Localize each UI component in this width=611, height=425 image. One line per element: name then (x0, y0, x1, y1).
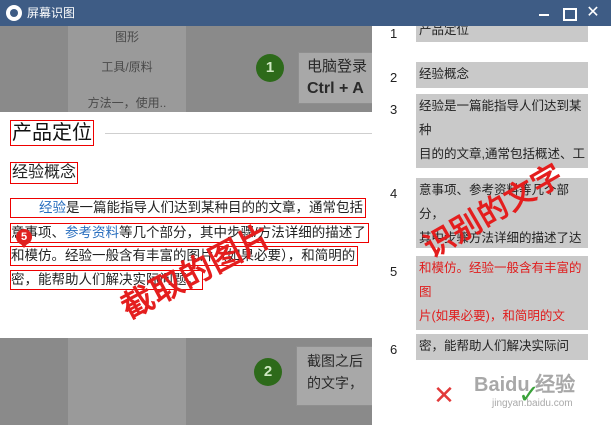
link-references[interactable]: 参考资料 (65, 225, 119, 240)
cancel-icon[interactable]: ✕ (433, 382, 455, 408)
app-logo-icon (6, 5, 22, 21)
row-number: 1 (390, 26, 398, 41)
ocr-text-line: 密，能帮助人们解决实际问题。 (419, 339, 570, 353)
background-sidebar: 图形 工具/原料 方法一，使用.. (68, 26, 186, 112)
step-number-badge: 2 (254, 358, 282, 386)
text-line-1: 经验是一篇能指导人们达到某种目的的文章，通常包括 (10, 198, 366, 218)
title-bar: 屏幕识图 ✕ (0, 0, 611, 26)
ocr-results-panel: 1 产品定位 2 经验概念 3 经验是一篇能指导人们达到某种目的的文章,通常包括概述、工具… (372, 26, 611, 425)
background-sidebar (68, 338, 186, 425)
row-number: 3 (390, 102, 398, 117)
window-title: 屏幕识图 (27, 6, 76, 20)
row-number: 4 (390, 186, 398, 201)
link-jingyan[interactable]: 经验 (39, 200, 66, 215)
doc-subheading: 经验概念 (10, 162, 79, 184)
captured-image-area: 图形 工具/原料 方法一，使用.. 1 电脑登录 Ctrl + A 产品定位 经… (0, 26, 372, 425)
ocr-text-line: 经验是一篇能指导人们达到某种 (419, 99, 582, 137)
doc-heading: 产品定位 (10, 120, 94, 146)
minimize-button[interactable] (534, 3, 554, 23)
row-number: 5 (390, 264, 398, 279)
background-text: 方法一，使用.. (87, 96, 167, 110)
confirm-icon[interactable]: ✓ (517, 381, 541, 407)
background-text: 图形 (114, 30, 139, 44)
background-text: 工具/原料 (101, 60, 153, 74)
close-button[interactable]: ✕ (583, 3, 603, 23)
dimmed-region-top: 图形 工具/原料 方法一，使用.. 1 电脑登录 Ctrl + A (0, 26, 372, 112)
text-line-2: 意事项、参考资料等几个部分，其中步骤/方法详细的描述了 (10, 223, 369, 243)
step-callout: 截图之后 的文字， (296, 346, 372, 406)
step-number-badge: 1 (256, 54, 284, 82)
row-number: 6 (390, 342, 398, 357)
step-callout: 电脑登录 Ctrl + A (298, 52, 372, 104)
callout-text: 截图之后 (307, 353, 363, 369)
ocr-text-box[interactable]: 和模仿。经验一般含有丰富的图片(如果必要)，和简明的文字，通常和现实生活联系紧 (416, 256, 588, 330)
callout-text: 电脑登录 (307, 58, 368, 75)
ocr-text-line: 产品定位 (419, 26, 470, 37)
dimmed-region-bottom: 2 截图之后 的文字， (0, 338, 372, 425)
ocr-text-line: 和模仿。经验一般含有丰富的图 (419, 261, 582, 299)
ocr-text-box[interactable]: 经验是一篇能指导人们达到某种目的的文章,通常包括概述、工具/原料、步骤方法、注 (416, 94, 588, 168)
ocr-text-box[interactable]: 经验概念 (416, 62, 588, 88)
maximize-button[interactable] (558, 3, 578, 23)
location-marker: 5 (16, 229, 32, 248)
ocr-text-box[interactable]: 密，能帮助人们解决实际问题。 (416, 334, 588, 360)
line-text: 是一篇能指导人们达到某种目的的文章，通常包括 (66, 200, 363, 215)
heading-divider (105, 133, 372, 134)
ocr-text-line: 具/原料、步骤方法、注 (419, 166, 585, 168)
row-number: 2 (390, 70, 398, 85)
ocr-text-box[interactable]: 产品定位 (416, 26, 588, 42)
callout-text: 的文字， (307, 375, 363, 391)
ocr-text-line: 目的的文章,通常包括概述、工 (419, 147, 585, 161)
ocr-text-line: 片(如果必要)，和简明的文字， (419, 309, 565, 323)
ocr-text-line: 经验概念 (419, 67, 470, 81)
callout-shortcut: Ctrl + A (307, 80, 364, 97)
